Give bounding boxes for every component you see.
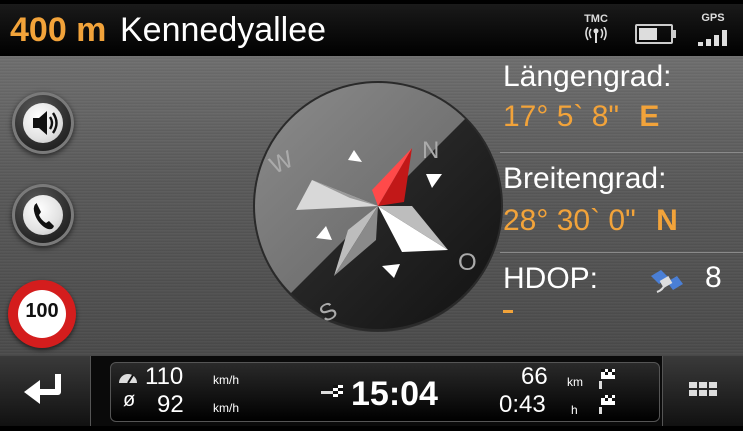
gps-signal-icon <box>698 30 727 46</box>
gps-icon[interactable]: GPS <box>695 12 731 48</box>
arrival-flag-icon <box>321 385 343 397</box>
distance-unit: km <box>567 375 583 389</box>
phone-icon <box>33 203 54 230</box>
grid-menu-icon <box>689 382 717 396</box>
arrival-time: 15:04 <box>351 375 438 413</box>
back-arrow-icon <box>24 374 61 404</box>
average-symbol: ø <box>123 389 136 411</box>
trip-info-panel[interactable]: 110 km/h ø 92 km/h 15:04 66 km 0:43 h <box>110 362 660 422</box>
phone-button[interactable] <box>12 184 74 246</box>
bottom-bar: 110 km/h ø 92 km/h 15:04 66 km 0:43 h <box>0 356 743 426</box>
speaker-icon <box>33 111 58 135</box>
longitude-direction: E <box>639 100 660 133</box>
tmc-icon[interactable]: TMC <box>579 13 613 47</box>
satellite-icon <box>651 270 683 293</box>
status-icons: TMC GPS <box>579 10 731 50</box>
info-divider <box>500 152 743 153</box>
latitude-direction: N <box>656 204 678 237</box>
speed-limit-sign: 100 <box>8 280 76 348</box>
destination-flag-icon <box>599 369 615 414</box>
info-divider <box>500 252 743 253</box>
longitude-coordinates: 17° 5` 8" <box>503 100 620 133</box>
compass-east: O <box>458 249 477 276</box>
hdop-label: HDOP: <box>503 262 599 295</box>
average-speed: 92 <box>157 391 184 418</box>
latitude-coordinates: 28° 30` 0" <box>503 204 636 237</box>
latitude-value: 28° 30` 0" N <box>503 204 678 238</box>
main-panel: 100 N W O S Längengrad: 17° 5` 8" E Brei… <box>0 56 743 356</box>
volume-button[interactable] <box>12 92 74 154</box>
longitude-value: 17° 5` 8" E <box>503 100 659 134</box>
speedometer-icon <box>119 374 137 384</box>
remaining-distance: 66 <box>521 363 548 390</box>
street-name: Kennedyallee <box>120 11 327 49</box>
current-speed: 110 <box>145 363 184 390</box>
compass-dial: N W O S <box>253 81 503 332</box>
hdop-value: 8 <box>705 261 722 294</box>
latitude-label: Breitengrad: <box>503 162 667 195</box>
menu-button[interactable] <box>662 356 743 426</box>
back-button[interactable] <box>0 356 91 426</box>
compass-north: N <box>422 137 439 164</box>
current-speed-unit: km/h <box>213 373 240 387</box>
tmc-label: TMC <box>584 13 608 25</box>
top-bar: 400 m Kennedyallee TMC GPS <box>0 4 743 56</box>
speed-limit-value: 100 <box>25 300 59 322</box>
average-speed-unit: km/h <box>213 401 240 415</box>
gps-label: GPS <box>701 12 725 24</box>
tmc-signal-icon <box>585 27 607 43</box>
remaining-time: 0:43 <box>499 391 546 418</box>
time-unit: h <box>571 403 578 417</box>
hdop-indicator <box>503 310 513 313</box>
navigation-screen: 400 m Kennedyallee TMC GPS 100 N W O S L… <box>0 0 743 426</box>
turn-distance: 400 m <box>10 11 107 49</box>
longitude-label: Längengrad: <box>503 60 672 93</box>
battery-icon <box>635 24 676 44</box>
